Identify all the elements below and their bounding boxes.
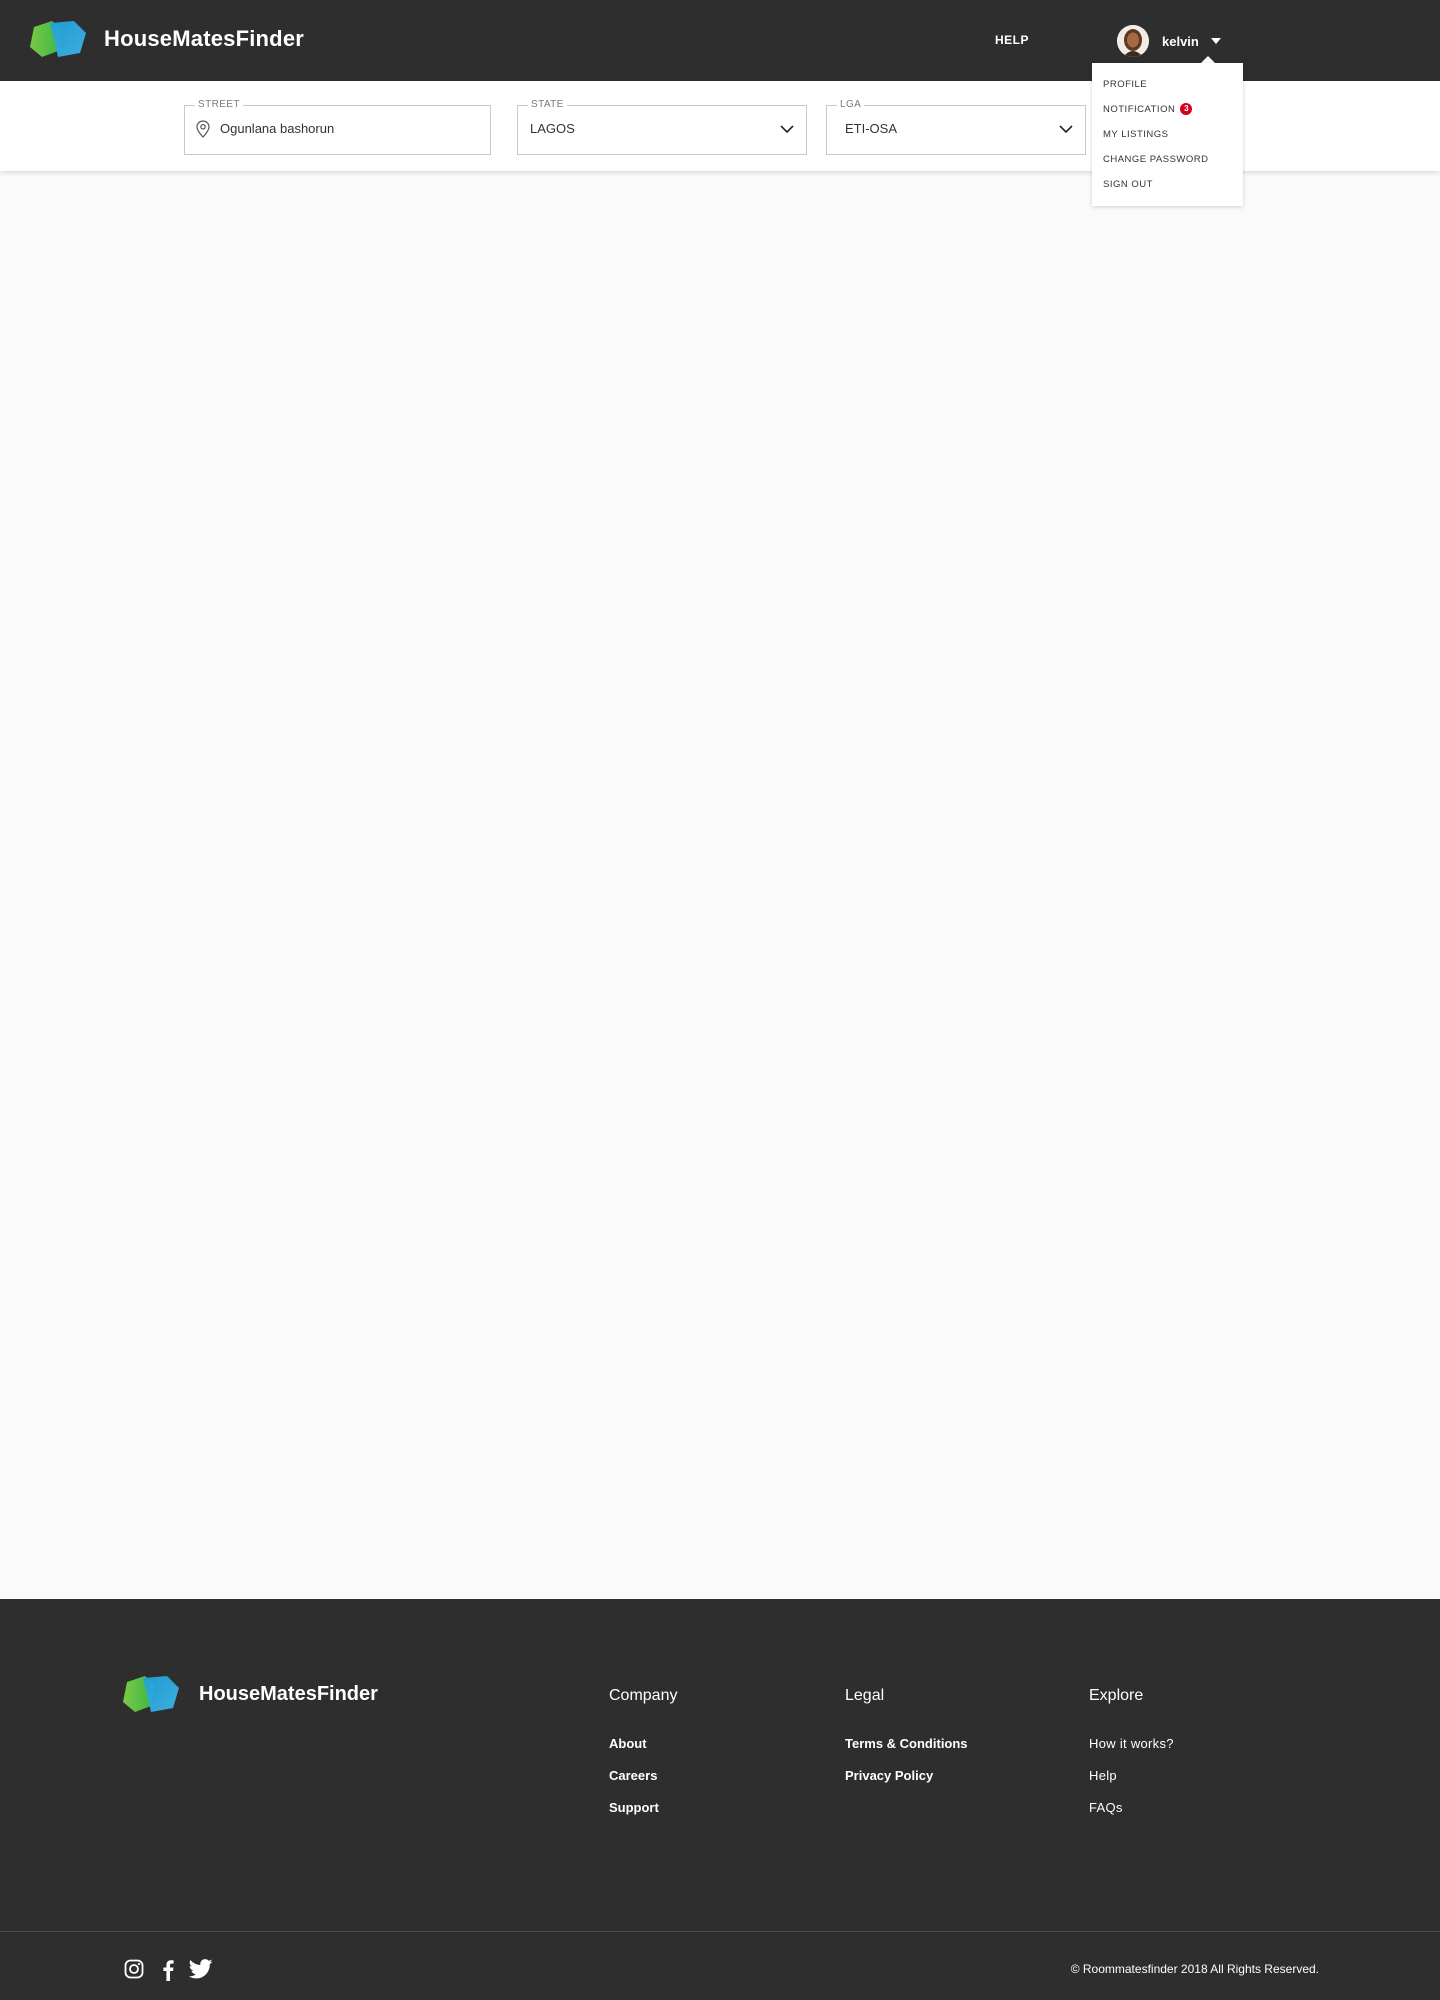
chevron-down-icon[interactable] [780, 125, 794, 134]
notification-count-badge: 3 [1180, 103, 1193, 115]
menu-item-label: NOTIFICATION [1103, 103, 1176, 115]
facebook-icon[interactable] [162, 1959, 174, 1981]
lga-value: ETI-OSA [845, 121, 898, 136]
chevron-down-icon[interactable] [1059, 125, 1073, 134]
menu-item-sign-out[interactable]: SIGN OUT [1103, 179, 1153, 190]
user-dropdown-menu: PROFILE NOTIFICATION 3 MY LISTINGS CHANG… [1092, 63, 1243, 206]
footer-link-faqs[interactable]: FAQs [1089, 1800, 1123, 1815]
instagram-icon[interactable] [124, 1959, 144, 1979]
avatar[interactable] [1117, 25, 1149, 57]
user-menu-toggle[interactable]: kelvin [1117, 24, 1221, 58]
menu-item-label: MY LISTINGS [1103, 129, 1169, 140]
lga-label: LGA [837, 99, 865, 110]
footer-logo-icon[interactable] [121, 1673, 181, 1715]
footer-link-support[interactable]: Support [609, 1800, 659, 1815]
menu-item-change-password[interactable]: CHANGE PASSWORD [1103, 154, 1209, 165]
footer-link-about[interactable]: About [609, 1736, 647, 1751]
logo-icon[interactable] [28, 19, 88, 59]
footer: HouseMatesFinder Company About Careers S… [0, 1599, 1440, 2000]
street-label: STREET [195, 99, 243, 110]
lga-select[interactable]: LGA ETI-OSA [826, 99, 1086, 155]
caret-down-icon[interactable] [1210, 38, 1221, 44]
footer-link-careers[interactable]: Careers [609, 1768, 657, 1783]
footer-link-privacy[interactable]: Privacy Policy [845, 1768, 933, 1783]
menu-item-label: CHANGE PASSWORD [1103, 154, 1209, 165]
street-field[interactable]: STREET [184, 99, 491, 155]
menu-item-profile[interactable]: PROFILE [1103, 79, 1147, 90]
footer-divider [0, 1931, 1440, 1932]
footer-link-terms[interactable]: Terms & Conditions [845, 1736, 968, 1751]
avatar-photo-icon [1117, 25, 1149, 57]
menu-item-label: SIGN OUT [1103, 179, 1153, 190]
location-pin-icon [196, 120, 210, 138]
state-value: LAGOS [530, 121, 575, 136]
menu-item-my-listings[interactable]: MY LISTINGS [1103, 129, 1169, 140]
menu-item-label: PROFILE [1103, 79, 1148, 90]
brand-name[interactable]: HouseMatesFinder [104, 26, 304, 52]
copyright-text: © Roommatesfinder 2018 All Rights Reserv… [1070, 1962, 1319, 1976]
street-input[interactable] [220, 121, 470, 136]
nav-help-link[interactable]: HELP [995, 33, 1029, 47]
footer-link-help[interactable]: Help [1089, 1768, 1117, 1783]
user-name[interactable]: kelvin [1162, 34, 1199, 49]
footer-link-how-it-works[interactable]: How it works? [1089, 1736, 1174, 1751]
twitter-icon[interactable] [189, 1959, 213, 1979]
state-label: STATE [528, 99, 567, 110]
footer-heading-company: Company [609, 1687, 678, 1704]
footer-heading-explore: Explore [1089, 1687, 1144, 1704]
footer-heading-legal: Legal [845, 1687, 885, 1704]
menu-item-notification[interactable]: NOTIFICATION 3 [1103, 103, 1193, 115]
footer-brand-name: HouseMatesFinder [199, 1683, 378, 1705]
state-select[interactable]: STATE LAGOS [517, 99, 807, 155]
